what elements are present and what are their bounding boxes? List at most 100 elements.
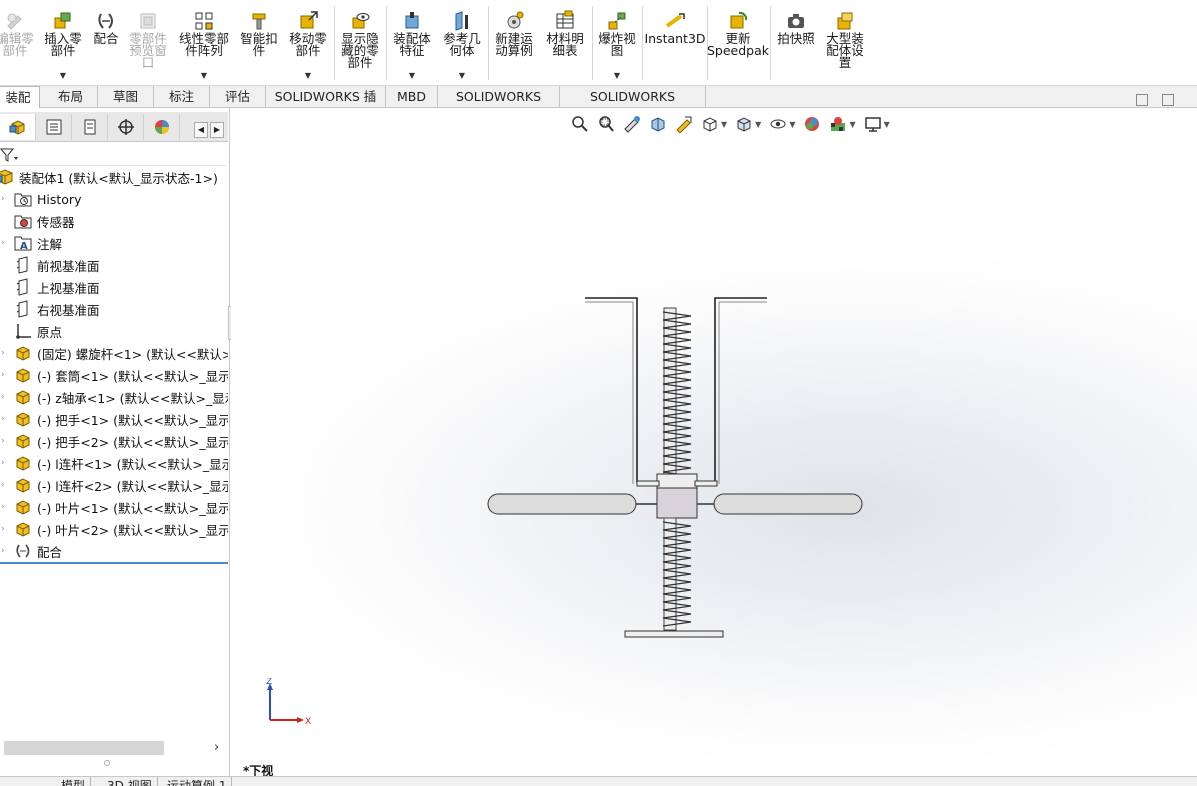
expand-icon[interactable]: › [1,480,5,490]
chevron-down-icon[interactable]: ▼ [201,71,207,80]
chevron-down-icon[interactable]: ▼ [755,120,761,129]
edit-appearance-icon[interactable] [803,115,821,133]
expand-icon[interactable]: › [1,348,5,358]
tab-solidworks-inspection[interactable]: SOLIDWORKS Inspection [560,86,706,125]
tree-item-part-link-2[interactable]: › (-) l连杆<2> (默认<<默认>_显示状态 1>) [0,474,228,496]
expand-icon[interactable]: › [1,194,5,204]
tab-dimxpert-manager[interactable] [108,114,144,140]
mate-button[interactable]: 配合 [90,4,122,84]
expand-icon[interactable]: › [1,392,5,402]
z-bearing[interactable] [636,473,718,519]
assembly-features-button[interactable]: 装配体 特征 ▼ [390,4,434,84]
chevron-down-icon[interactable]: ▼ [459,71,465,80]
tab-mbd[interactable]: MBD [386,86,438,108]
panel-tabs-scroll-right[interactable]: ▶ [210,122,224,138]
tab-solidworks-cam[interactable]: SOLIDWORKS CAM [438,86,560,125]
hide-show-items-icon[interactable] [769,115,787,133]
section-view-icon[interactable] [649,115,667,133]
tab-sketch[interactable]: 草图 [98,86,154,108]
snapshot-button[interactable]: 拍快照 [774,4,818,84]
tab-property-manager[interactable] [36,114,72,140]
smart-fasteners-button[interactable]: 智能扣 件 [238,4,280,84]
previous-view-icon[interactable] [623,115,641,133]
assembly-model-render[interactable] [485,294,865,644]
tree-item-annotations[interactable]: › A 注解 [0,232,228,254]
tree-item-part-blade-1[interactable]: › (-) 叶片<1> (默认<<默认>_显示状态 1>) [0,496,228,518]
bill-of-materials-button[interactable]: 材料明 细表 [542,4,588,84]
collapse-panel-icon[interactable] [1162,94,1174,106]
tab-assembly[interactable]: 装配体 [0,86,40,126]
expand-icon[interactable]: › [1,238,5,248]
tab-configuration-manager[interactable] [72,114,108,140]
move-component-button[interactable]: 移动零 部件 ▼ [286,4,330,84]
view-orientation-icon[interactable] [701,115,719,133]
expand-icon[interactable]: › [1,546,5,556]
exploded-view-button[interactable]: 爆炸视 图 ▼ [596,4,638,84]
chevron-down-icon[interactable]: ▼ [849,120,855,129]
tree-item-history[interactable]: › History [0,188,228,210]
expand-icon[interactable]: › [1,414,5,424]
tab-display-manager[interactable] [144,114,180,140]
scroll-right-arrow-icon[interactable]: › [214,740,219,755]
expand-icon[interactable]: › [1,436,5,446]
chevron-down-icon[interactable]: ▼ [789,120,795,129]
show-hidden-components-button[interactable]: 显示隐 藏的零 部件 [338,4,382,84]
panel-splitter-handle[interactable] [104,760,110,766]
expand-icon[interactable]: › [1,370,5,380]
tree-item-part-link-1[interactable]: › (-) l连杆<1> (默认<<默认>_显示状态 1>) [0,452,228,474]
instant3d-button[interactable]: Instant3D [644,4,706,84]
tab-markup[interactable]: 标注 [154,86,210,108]
expand-icon[interactable]: › [1,458,5,468]
screw-rod-upper[interactable] [662,307,692,477]
chevron-down-icon[interactable]: ▼ [305,71,311,80]
tree-item-part-sleeve[interactable]: › (-) 套筒<1> (默认<<默认>_显示状态 1>) [0,364,228,386]
insert-component-button[interactable]: 插入零 部件 ▼ [42,4,84,84]
tree-item-right-plane[interactable]: 右视基准面 [0,298,228,320]
expand-icon[interactable]: › [1,524,5,534]
reference-geometry-button[interactable]: 参考几 何体 ▼ [440,4,484,84]
restore-panel-icon[interactable] [1136,94,1148,106]
handle-left[interactable] [487,493,657,515]
tree-item-origin[interactable]: 原点 [0,320,228,342]
edit-component-button[interactable]: 编辑零 部件 [0,4,36,84]
tab-feature-manager[interactable] [0,114,36,140]
chevron-down-icon[interactable]: ▼ [884,120,890,129]
tree-item-mates[interactable]: › 配合 [0,540,228,562]
graphics-viewport[interactable]: ▼ ▼ ▼ ▼ ▼ Z X *下视 [231,108,1197,776]
tab-3d-views[interactable]: 3D 视图 [102,777,158,786]
zoom-to-area-icon[interactable] [597,115,615,133]
tab-motion-study-1[interactable]: 运动算例 1 [162,777,233,786]
expand-icon[interactable]: › [1,502,5,512]
tree-item-front-plane[interactable]: 前视基准面 [0,254,228,276]
zoom-to-fit-icon[interactable] [571,115,589,133]
new-motion-study-button[interactable]: 新建运 动算例 [492,4,536,84]
dynamic-annotation-icon[interactable] [675,115,693,133]
tab-layout[interactable]: 布局 [44,86,98,108]
tab-solidworks-addins[interactable]: SOLIDWORKS 插件 [266,86,386,125]
chevron-down-icon[interactable]: ▼ [60,71,66,80]
tree-item-part-handle-1[interactable]: › (-) 把手<1> (默认<<默认>_显示状态 1>) [0,408,228,430]
component-preview-button[interactable]: 零部件 预览窗 口 [126,4,170,84]
panel-tabs-scroll-left[interactable]: ◀ [194,122,208,138]
tree-item-part-z-bearing[interactable]: › (-) z轴承<1> (默认<<默认>_显示状态 1>) [0,386,228,408]
tab-evaluate[interactable]: 评估 [210,86,266,108]
tree-item-part-handle-2[interactable]: › (-) 把手<2> (默认<<默认>_显示状态 1>) [0,430,228,452]
apply-scene-icon[interactable] [829,115,847,133]
screw-rod-lower[interactable] [662,517,692,631]
update-speedpak-button[interactable]: 更新 Speedpak [707,4,769,84]
tree-item-part-blade-2[interactable]: › (-) 叶片<2> (默认<<默认>_显示状态 1>) [0,518,228,540]
filter-icon[interactable] [0,147,20,163]
chevron-down-icon[interactable]: ▼ [614,71,620,80]
base-plate[interactable] [624,630,724,638]
chevron-down-icon[interactable]: ▼ [409,71,415,80]
horizontal-scrollbar[interactable] [4,741,164,755]
chevron-down-icon[interactable]: ▼ [721,120,727,129]
tree-item-part-screw-rod[interactable]: › (固定) 螺旋杆<1> (默认<<默认>_显示状态 1>) [0,342,228,364]
tree-item-top-plane[interactable]: 上视基准面 [0,276,228,298]
tab-model[interactable]: 模型 [56,777,92,786]
tree-rollback-bar[interactable] [0,562,228,564]
tree-item-sensors[interactable]: 传感器 [0,210,228,232]
tree-root-assembly[interactable]: 装配体1 (默认<默认_显示状态-1>) [0,166,224,188]
display-style-icon[interactable] [735,115,753,133]
linear-pattern-button[interactable]: 线性零部 件阵列 ▼ [176,4,232,84]
